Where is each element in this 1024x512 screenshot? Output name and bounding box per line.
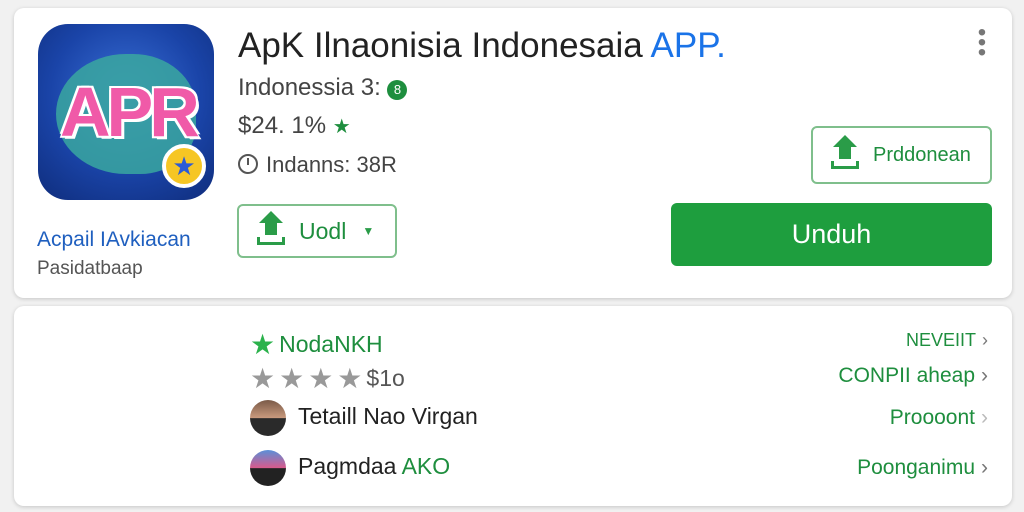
upload-icon <box>831 135 859 169</box>
app-meta-line-3: Indanns: 38R <box>238 152 397 178</box>
preregister-button[interactable]: Prddonean <box>811 126 992 184</box>
download-button[interactable]: Unduh <box>671 203 992 266</box>
row-label-text: NodaNKH <box>279 331 383 357</box>
preregister-button-label: Prddonean <box>873 143 971 166</box>
row-label: Pagmdaa AKO <box>250 450 450 486</box>
list-item[interactable]: Pagmdaa AKO Poonganimu › <box>14 450 1012 490</box>
more-vert-icon[interactable]: • • • <box>974 21 990 65</box>
row-label: ★★★★$1o <box>250 362 405 395</box>
app-icon: APR ★ <box>38 24 214 200</box>
star-badge-icon: ★ <box>162 144 206 188</box>
list-item[interactable]: Tetaill Nao Virgan Proooont › <box>14 400 1012 440</box>
app-meta-line-1: Indonessia 3: 8 <box>238 74 408 102</box>
upload-icon <box>257 211 285 245</box>
meta-line-3-text: Indanns: 38R <box>266 152 397 177</box>
row-action-text: Proooont <box>889 406 975 429</box>
row-label-text: $1o <box>366 365 405 391</box>
star-icon: ★ <box>332 116 351 138</box>
dropdown-arrow-icon: ▼ <box>362 224 375 238</box>
chevron-right-icon: › <box>981 456 988 479</box>
chevron-right-icon: › <box>981 406 988 429</box>
app-icon-text: APR <box>60 73 200 151</box>
star-icon: ★ <box>250 329 276 360</box>
avatar <box>250 450 286 486</box>
chevron-right-icon: › <box>981 364 988 387</box>
info-badge-icon: 8 <box>387 80 408 100</box>
update-button-label: Uodl <box>299 217 347 244</box>
app-meta-line-2: $24. 1% ★ <box>238 112 351 140</box>
row-label-text: Tetaill Nao Virgan <box>298 403 478 430</box>
chevron-right-icon: › <box>982 330 988 350</box>
row-label: ★ NodaNKH <box>250 328 383 361</box>
update-dropdown-button[interactable]: Uodl ▼ <box>237 204 397 258</box>
clock-icon <box>238 154 258 174</box>
avatar <box>250 400 286 436</box>
row-action[interactable]: NEVEIIT › <box>906 330 988 351</box>
app-title-main: ApK Ilnaonisia Indonesaia <box>238 26 643 65</box>
row-action[interactable]: Poonganimu › <box>857 456 988 480</box>
list-item[interactable]: ★★★★$1o CONPII aheap › <box>14 358 1012 398</box>
developer-subtitle: Pasidatbaap <box>37 258 143 279</box>
row-label: Tetaill Nao Virgan <box>250 400 478 436</box>
developer-name[interactable]: Acpail IAvkiacan <box>37 228 191 252</box>
row-action[interactable]: CONPII aheap › <box>838 364 988 388</box>
meta-line-1-text: Indonessia 3: <box>238 74 381 101</box>
details-card: ★ NodaNKH NEVEIIT › ★★★★$1o CONPII aheap › … <box>14 306 1012 506</box>
row-action-text: Poonganimu <box>857 456 975 479</box>
row-action[interactable]: Proooont › <box>890 406 988 430</box>
rating-stars-icon: ★★★★ <box>250 363 367 394</box>
download-button-label: Unduh <box>791 219 872 249</box>
meta-line-2-text: $24. 1% <box>238 112 327 139</box>
row-action-text: NEVEIIT <box>905 330 976 350</box>
row-label-accent: AKO <box>401 453 451 480</box>
row-action-text: CONPII aheap <box>838 364 975 387</box>
app-title-accent: APP. <box>650 26 726 65</box>
app-title: ApK Ilnaonisia Indonesaia APP. <box>238 26 726 66</box>
row-label-text: Pagmdaa <box>298 453 397 480</box>
